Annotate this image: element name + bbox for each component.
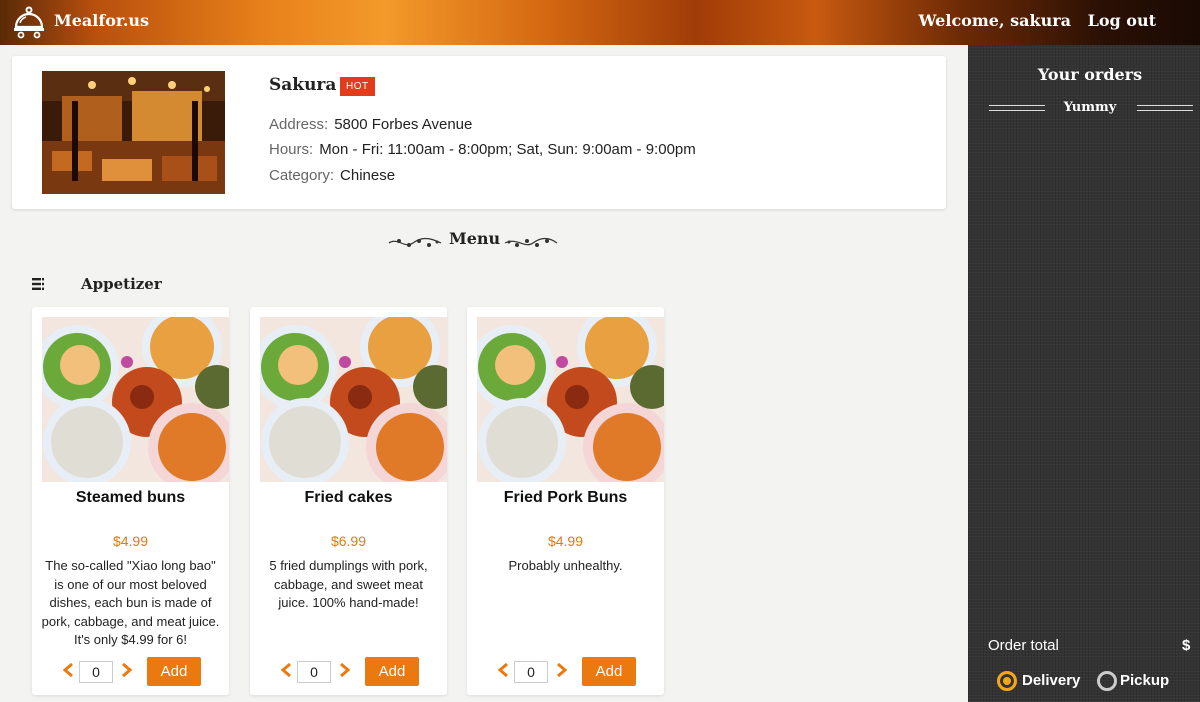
category-label: Category: bbox=[269, 167, 335, 184]
quantity-input[interactable] bbox=[297, 661, 331, 683]
add-button[interactable]: Add bbox=[147, 657, 201, 686]
hours-label: Hours: bbox=[269, 141, 314, 158]
pickup-label[interactable]: Pickup bbox=[1120, 672, 1169, 689]
hot-badge: HOT bbox=[340, 77, 375, 96]
orders-sidebar: Your orders Yummy Order total $ Delivery… bbox=[968, 45, 1200, 702]
dish-name: Fried Pork Buns bbox=[503, 489, 628, 506]
chevron-right-icon[interactable] bbox=[121, 662, 133, 678]
address-value: 5800 Forbes Avenue bbox=[334, 116, 473, 133]
welcome-text: Welcome, sakura bbox=[918, 11, 1071, 30]
order-total-label: Order total bbox=[988, 637, 1059, 654]
order-total-value: $ bbox=[1182, 637, 1191, 654]
chevron-left-icon[interactable] bbox=[497, 662, 509, 678]
logout-link[interactable]: Log out bbox=[1088, 11, 1156, 30]
dish-photo bbox=[477, 317, 664, 482]
menu-title: Menu bbox=[449, 229, 501, 248]
quantity-input[interactable] bbox=[79, 661, 113, 683]
category-heading: Appetizer bbox=[81, 275, 162, 293]
dish-name: Steamed buns bbox=[75, 489, 186, 506]
address-line: Address: 5800 Forbes Avenue bbox=[269, 116, 472, 133]
dish-photo bbox=[42, 317, 229, 482]
menu-item-card: Fried cakes $6.99 5 fried dumplings with… bbox=[250, 307, 447, 695]
add-button[interactable]: Add bbox=[365, 657, 419, 686]
restaurant-photo bbox=[42, 71, 225, 194]
category-value: Chinese bbox=[340, 167, 396, 184]
dish-description: 5 fried dumplings with pork, cabbage, an… bbox=[269, 558, 428, 610]
dish-name: Fried cakes bbox=[304, 489, 393, 506]
category-line: Category: Chinese bbox=[269, 167, 395, 184]
dish-price: $4.99 bbox=[112, 533, 149, 549]
dish-description: The so-called "Xiao long bao" is one of … bbox=[41, 558, 220, 647]
quantity-input[interactable] bbox=[514, 661, 548, 683]
chevron-right-icon[interactable] bbox=[339, 662, 351, 678]
orders-title: Your orders bbox=[1037, 65, 1143, 84]
restaurant-interior-image bbox=[42, 71, 225, 194]
dish-photo bbox=[260, 317, 447, 482]
brand-name[interactable]: Mealfor.us bbox=[54, 11, 149, 30]
left-flourish-ornament bbox=[388, 237, 442, 247]
chevron-right-icon[interactable] bbox=[556, 662, 568, 678]
delivery-label[interactable]: Delivery bbox=[1022, 672, 1080, 689]
address-label: Address: bbox=[269, 116, 329, 133]
chevron-left-icon[interactable] bbox=[62, 662, 74, 678]
divider-right bbox=[1137, 105, 1193, 111]
delivery-radio[interactable] bbox=[997, 671, 1017, 691]
list-icon[interactable] bbox=[32, 278, 44, 290]
chevron-left-icon[interactable] bbox=[280, 662, 292, 678]
menu-item-card: Steamed buns $4.99 The so-called "Xiao l… bbox=[32, 307, 229, 695]
menu-item-card: Fried Pork Buns $4.99 Probably unhealthy… bbox=[467, 307, 664, 695]
dish-description: Probably unhealthy. bbox=[508, 558, 623, 573]
restaurant-name: Sakura bbox=[269, 75, 337, 95]
top-bar: Mealfor.us Welcome, sakura Log out bbox=[0, 0, 1200, 45]
pickup-radio[interactable] bbox=[1097, 671, 1117, 691]
hours-line: Hours: Mon - Fri: 11:00am - 8:00pm; Sat, … bbox=[269, 141, 696, 158]
cloche-icon[interactable] bbox=[12, 5, 46, 39]
dish-price: $6.99 bbox=[330, 533, 367, 549]
add-button[interactable]: Add bbox=[582, 657, 636, 686]
restaurant-card: Sakura HOT Address: 5800 Forbes Avenue Ho… bbox=[12, 56, 946, 209]
dish-price: $4.99 bbox=[547, 533, 584, 549]
hours-value: Mon - Fri: 11:00am - 8:00pm; Sat, Sun: 9… bbox=[319, 141, 696, 158]
right-flourish-ornament bbox=[504, 237, 558, 247]
